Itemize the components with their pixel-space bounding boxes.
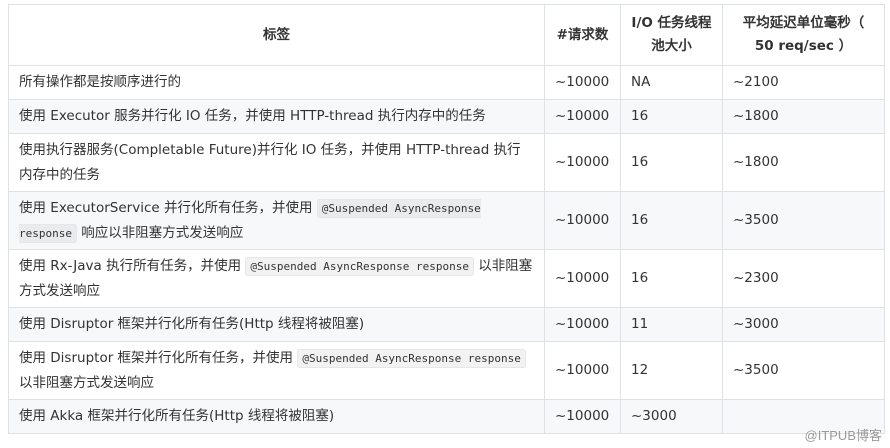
row-label-text: 使用 Disruptor 框架并行化所有任务，并使用 xyxy=(19,349,298,366)
row-pool-size: 12 xyxy=(620,341,723,400)
watermark: @ITPUB博客 xyxy=(804,428,882,443)
header-pool-size: I/O 任务线程池大小 xyxy=(620,4,723,66)
row-label: 所有操作都是按顺序进行的 xyxy=(8,65,545,100)
row-pool-size: 16 xyxy=(620,249,723,308)
row-label-text: 使用 ExecutorService 并行化所有任务，并使用 xyxy=(19,199,317,216)
row-requests: ~10000 xyxy=(544,65,621,100)
row-label: 使用 Executor 服务并行化 IO 任务，并使用 HTTP-thread … xyxy=(8,99,545,134)
row-label-text: 使用 Rx-Java 执行所有任务，并使用 xyxy=(19,257,246,274)
row-pool-size: 16 xyxy=(620,133,723,192)
table-row: 使用 ExecutorService 并行化所有任务，并使用 @Suspende… xyxy=(8,191,885,250)
table-header-row: 标签 #请求数 I/O 任务线程池大小 平均延迟单位毫秒（ 50 req/sec… xyxy=(8,4,885,66)
row-label-text: 以非阻塞方式发送响应 xyxy=(19,374,154,391)
row-requests: ~10000 xyxy=(544,191,621,250)
row-requests: ~10000 xyxy=(544,99,621,134)
row-requests: ~10000 xyxy=(544,249,621,308)
header-requests: #请求数 xyxy=(544,4,621,66)
row-requests: ~10000 xyxy=(544,307,621,342)
row-label: 使用 Rx-Java 执行所有任务，并使用 @Suspended AsyncRe… xyxy=(8,249,545,308)
row-pool-size: 16 xyxy=(620,99,723,134)
table-row: 所有操作都是按顺序进行的 ~10000 NA ~2100 xyxy=(8,65,885,100)
table-row: 使用 Executor 服务并行化 IO 任务，并使用 HTTP-thread … xyxy=(8,99,885,134)
row-latency: ~1800 xyxy=(722,133,885,192)
row-requests: ~10000 xyxy=(544,341,621,400)
code-snippet: @Suspended AsyncResponse response xyxy=(245,256,474,276)
table-row: 使用 Akka 框架并行化所有任务(Http 线程将被阻塞) ~10000 ~3… xyxy=(8,399,885,434)
row-latency: ~3500 xyxy=(722,191,885,250)
row-latency: ~3000 xyxy=(722,307,885,342)
performance-table: 标签 #请求数 I/O 任务线程池大小 平均延迟单位毫秒（ 50 req/sec… xyxy=(8,4,885,434)
table-row: 使用 Rx-Java 执行所有任务，并使用 @Suspended AsyncRe… xyxy=(8,249,885,308)
header-label: 标签 xyxy=(8,4,545,66)
row-latency: ~1800 xyxy=(722,99,885,134)
row-latency: ~3500 xyxy=(722,341,885,400)
row-label: 使用 Disruptor 框架并行化所有任务(Http 线程将被阻塞) xyxy=(8,307,545,342)
table-row: 使用 Disruptor 框架并行化所有任务，并使用 @Suspended As… xyxy=(8,341,885,400)
row-pool-size: ~3000 xyxy=(620,399,723,434)
row-label: 使用 ExecutorService 并行化所有任务，并使用 @Suspende… xyxy=(8,191,545,250)
table-row: 使用 Disruptor 框架并行化所有任务(Http 线程将被阻塞) ~100… xyxy=(8,307,885,342)
row-label-text: 响应以非阻塞方式发送响应 xyxy=(76,224,244,241)
code-snippet: @Suspended AsyncResponse response xyxy=(297,348,526,368)
row-pool-size: 16 xyxy=(620,191,723,250)
row-requests: ~10000 xyxy=(544,133,621,192)
table-row: 使用执行器服务(Completable Future)并行化 IO 任务，并使用… xyxy=(8,133,885,192)
row-latency: ~2100 xyxy=(722,65,885,100)
row-label: 使用执行器服务(Completable Future)并行化 IO 任务，并使用… xyxy=(8,133,545,192)
row-label: 使用 Akka 框架并行化所有任务(Http 线程将被阻塞) xyxy=(8,399,545,434)
row-label: 使用 Disruptor 框架并行化所有任务，并使用 @Suspended As… xyxy=(8,341,545,400)
row-latency: ~2300 xyxy=(722,249,885,308)
header-latency: 平均延迟单位毫秒（ 50 req/sec ） xyxy=(722,4,885,66)
row-pool-size: NA xyxy=(620,65,723,100)
row-requests: ~10000 xyxy=(544,399,621,434)
row-pool-size: 11 xyxy=(620,307,723,342)
